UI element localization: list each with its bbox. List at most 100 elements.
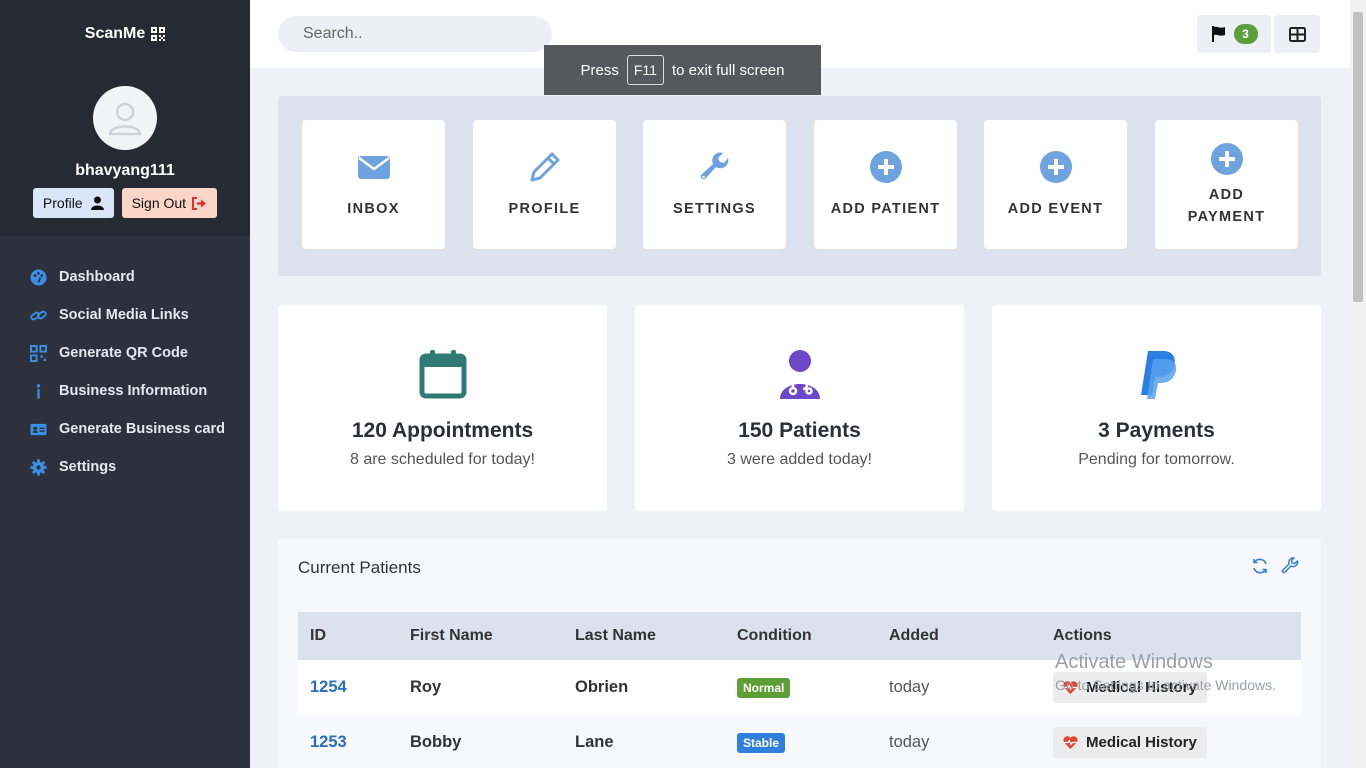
payments-stat-title: 3 Payments <box>1098 419 1215 442</box>
fullscreen-toast: Press F11 to exit full screen <box>544 45 821 95</box>
plus-circle-icon <box>869 150 902 183</box>
patients-stat-subtitle: 3 were added today! <box>727 451 872 468</box>
status-badge: Normal <box>737 677 791 698</box>
sidebar-item-business-information[interactable]: Business Information <box>0 372 250 410</box>
add-event-button[interactable]: ADD EVENT <box>984 120 1127 249</box>
patient-first-name: Roy <box>398 660 563 715</box>
pencil-icon <box>530 152 559 181</box>
qrcode-icon <box>30 344 47 362</box>
patients-stat-card: 150 Patients 3 were added today! <box>635 305 964 511</box>
patient-added: today <box>877 660 1041 715</box>
sign-out-icon <box>192 196 207 210</box>
palette-icon <box>30 268 47 286</box>
table-header-row: ID First Name Last Name Condition Added … <box>298 612 1301 660</box>
envelope-icon <box>357 155 390 179</box>
avatar[interactable] <box>93 86 157 150</box>
sidebar-item-generate-qr-code[interactable]: Generate QR Code <box>0 334 250 372</box>
profile-button-label: Profile <box>42 195 83 211</box>
patient-added: today <box>877 715 1041 768</box>
user-block: bhavyang111 Profile Sign Out <box>0 68 250 236</box>
inbox-button[interactable]: INBOX <box>302 120 445 249</box>
brand[interactable]: ScanMe <box>0 0 250 68</box>
medical-history-label: Medical History <box>1086 679 1197 696</box>
patient-id-link[interactable]: 1253 <box>310 733 347 751</box>
username: bhavyang111 <box>75 162 175 179</box>
sidebar-item-label: Settings <box>59 459 117 475</box>
notification-count-badge: 3 <box>1233 24 1258 44</box>
sidebar-item-generate-business-card[interactable]: Generate Business card <box>0 410 250 448</box>
table-row: 1254 Roy Obrien Normal today Medical His… <box>298 660 1301 715</box>
fullscreen-toast-post: to exit full screen <box>671 61 785 79</box>
notifications-button[interactable]: 3 <box>1197 15 1271 53</box>
sidebar-item-settings[interactable]: Settings <box>0 448 250 486</box>
patients-table: ID First Name Last Name Condition Added … <box>298 612 1301 768</box>
profile-action-button[interactable]: PROFILE <box>473 120 616 249</box>
heartbeat-icon <box>1063 736 1078 749</box>
appointments-stat-title: 120 Appointments <box>351 419 534 442</box>
sidebar-item-dashboard[interactable]: Dashboard <box>0 258 250 296</box>
patients-stat-title: 150 Patients <box>738 419 861 442</box>
flag-icon <box>1211 26 1225 42</box>
calendar-icon <box>419 350 466 399</box>
brand-name: ScanMe <box>84 25 146 42</box>
column-header-last-name[interactable]: Last Name <box>563 612 725 660</box>
sidebar-nav: Dashboard Social Media Links Generate QR… <box>0 258 250 486</box>
sidebar-item-label: Dashboard <box>59 269 135 285</box>
current-patients-panel: Current Patients ID First Name Last Name… <box>278 539 1321 768</box>
layout-grid-button[interactable] <box>1274 15 1320 53</box>
table-row: 1253 Bobby Lane Stable today Medical His… <box>298 715 1301 768</box>
sidebar-item-label: Generate Business card <box>59 421 226 437</box>
patient-first-name: Bobby <box>398 715 563 768</box>
paypal-icon <box>1140 351 1176 399</box>
page-scrollbar[interactable] <box>1350 0 1366 768</box>
wrench-icon[interactable] <box>1281 557 1299 575</box>
sidebar-item-social-media-links[interactable]: Social Media Links <box>0 296 250 334</box>
column-header-condition[interactable]: Condition <box>725 612 877 660</box>
patient-last-name: Obrien <box>563 660 725 715</box>
info-icon <box>36 383 41 399</box>
patient-id-link[interactable]: 1254 <box>310 678 347 696</box>
gear-icon <box>30 458 47 476</box>
sign-out-button-label: Sign Out <box>131 195 187 211</box>
user-icon <box>108 102 142 136</box>
medical-history-button[interactable]: Medical History <box>1053 672 1207 703</box>
appointments-stat-card: 120 Appointments 8 are scheduled for tod… <box>278 305 607 511</box>
id-card-icon <box>30 423 47 435</box>
column-header-added[interactable]: Added <box>877 612 1041 660</box>
settings-action-label: SETTINGS <box>673 200 756 217</box>
plus-circle-icon <box>1210 142 1243 175</box>
user-solid-icon <box>90 196 104 210</box>
add-patient-button[interactable]: ADD PATIENT <box>814 120 957 249</box>
column-header-actions: Actions <box>1041 612 1301 660</box>
qrcode-icon <box>151 27 166 41</box>
payments-stat-subtitle: Pending for tomorrow. <box>1078 451 1235 468</box>
status-badge: Stable <box>737 732 786 753</box>
medical-history-label: Medical History <box>1086 734 1197 751</box>
sidebar-item-label: Generate QR Code <box>59 345 188 361</box>
add-payment-label: ADD PAYMENT <box>1187 186 1266 225</box>
sign-out-button[interactable]: Sign Out <box>121 188 218 218</box>
medical-history-button[interactable]: Medical History <box>1053 727 1207 758</box>
payments-stat-card: 3 Payments Pending for tomorrow. <box>992 305 1321 511</box>
column-header-first-name[interactable]: First Name <box>398 612 563 660</box>
profile-button[interactable]: Profile <box>32 188 114 218</box>
doctor-icon <box>779 350 820 399</box>
settings-action-button[interactable]: SETTINGS <box>643 120 786 249</box>
fullscreen-toast-key: F11 <box>626 55 664 85</box>
grid-icon <box>1288 26 1306 42</box>
profile-action-label: PROFILE <box>508 200 581 217</box>
refresh-icon[interactable] <box>1251 557 1269 575</box>
search-input[interactable] <box>278 16 552 52</box>
appointments-stat-subtitle: 8 are scheduled for today! <box>349 451 535 468</box>
column-header-id[interactable]: ID <box>298 612 398 660</box>
add-payment-button[interactable]: ADD PAYMENT <box>1155 120 1298 249</box>
fullscreen-toast-pre: Press <box>580 61 619 79</box>
add-patient-label: ADD PATIENT <box>830 200 941 217</box>
scrollbar-thumb[interactable] <box>1353 12 1363 302</box>
inbox-label: INBOX <box>347 200 400 217</box>
quick-actions-panel: INBOX PROFILE SETTINGS ADD PATIENT ADD E… <box>278 96 1321 276</box>
panel-title: Current Patients <box>298 558 421 577</box>
wrench-icon <box>700 151 728 179</box>
sidebar-item-label: Business Information <box>59 383 208 399</box>
patient-last-name: Lane <box>563 715 725 768</box>
